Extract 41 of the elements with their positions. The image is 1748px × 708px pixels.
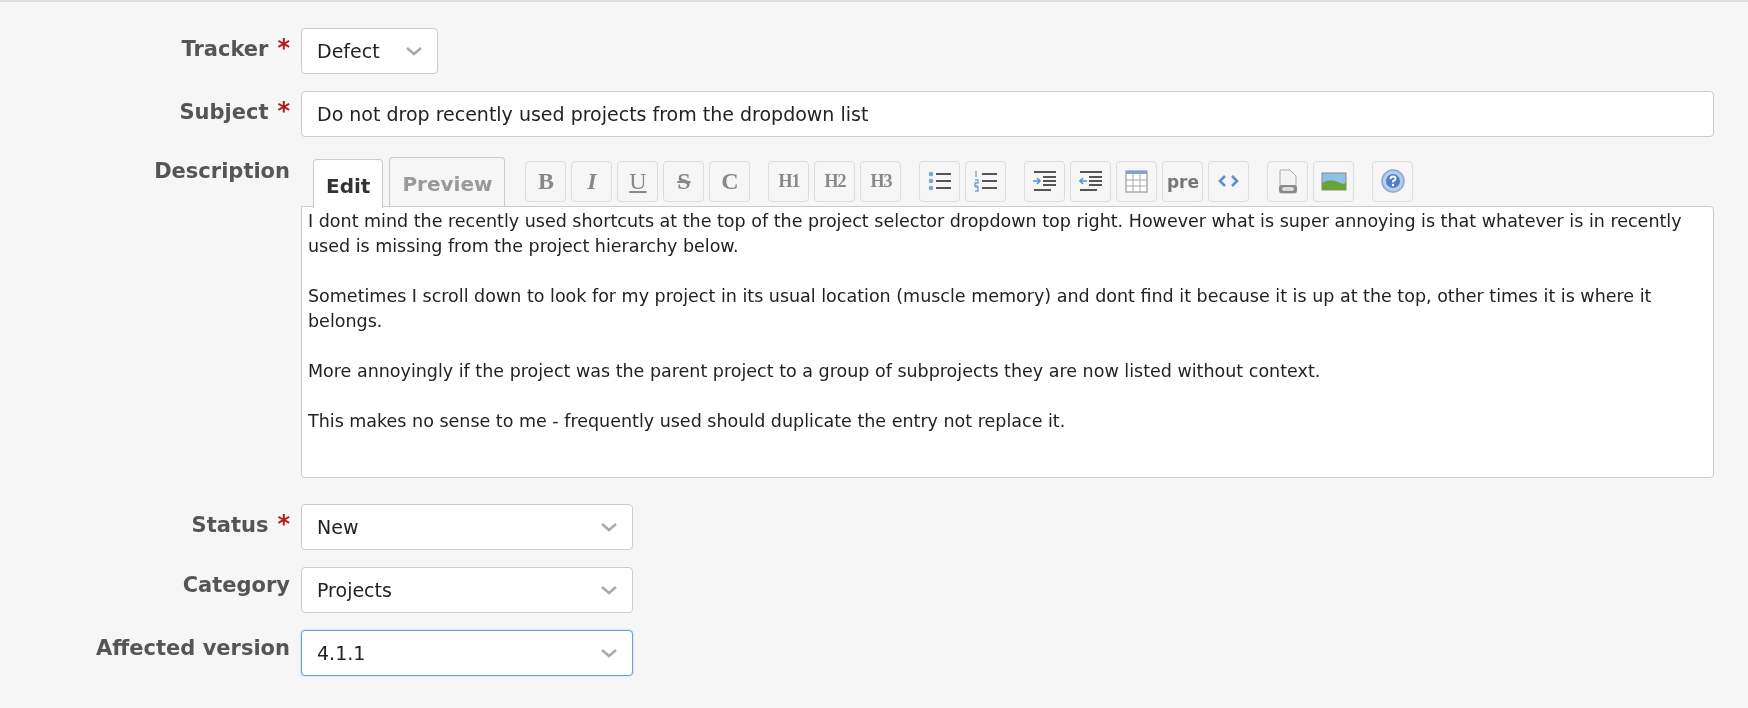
field-label: Subject — [179, 100, 269, 124]
editor-tab[interactable]: Edit — [313, 158, 384, 208]
format-button[interactable]: I — [571, 161, 613, 202]
format-button[interactable]: pre — [1162, 161, 1204, 202]
numbered-list-icon — [971, 168, 1000, 195]
field-label: Status — [191, 513, 269, 537]
select-field[interactable]: Projects — [301, 567, 633, 613]
chevron-down-icon — [405, 45, 423, 57]
field-label: Tracker — [181, 37, 269, 61]
field-label: Category — [182, 573, 290, 597]
subject-field[interactable]: Do not drop recently used projects from the dropdown list — [301, 91, 1714, 137]
toolbar-button[interactable] — [919, 161, 961, 202]
toolbar-button[interactable] — [1267, 161, 1309, 202]
format-button[interactable]: H2 — [814, 161, 856, 202]
required-mark: * — [277, 97, 290, 125]
format-button[interactable]: B — [525, 161, 567, 202]
chevron-down-icon — [600, 647, 618, 659]
chevron-down-icon — [600, 584, 618, 596]
toolbar-button[interactable] — [1024, 161, 1066, 202]
required-mark: * — [277, 510, 290, 538]
description-field[interactable]: I dont mind the recently used shortcuts at the top of the project selector dropdown top right. However what is super annoying is that whatever is in recently used is missing from the project hierarchy below. Sometimes I scroll down to look for my project in its usual location (muscle memory) and dont find it because it is up at the top, other times it is where it belongs. More annoyingly if the project was the parent project to a group of subprojects they are now listed without context. This makes no sense to me - frequently used should duplicate the entry not replace it. — [301, 206, 1714, 478]
format-button[interactable]: H3 — [860, 161, 902, 202]
toolbar-button[interactable] — [1313, 161, 1355, 202]
toolbar-button[interactable] — [965, 161, 1007, 202]
toolbar-button[interactable] — [1372, 161, 1414, 202]
editor-tab[interactable]: Preview — [389, 157, 506, 206]
toolbar-button[interactable] — [1070, 161, 1112, 202]
required-mark: * — [277, 34, 290, 62]
format-button[interactable]: U — [617, 161, 659, 202]
field-label: Description — [154, 159, 290, 183]
table-icon — [1122, 168, 1151, 195]
chevron-down-icon — [600, 521, 618, 533]
toolbar-button[interactable] — [1208, 161, 1250, 202]
help-icon — [1378, 168, 1407, 195]
format-button[interactable]: H1 — [768, 161, 810, 202]
field-label: Affected version — [96, 636, 290, 660]
select-field[interactable]: 4.1.1 — [301, 630, 633, 676]
format-button[interactable]: C — [709, 161, 751, 202]
select-field[interactable]: New — [301, 504, 633, 550]
format-button[interactable]: S — [663, 161, 705, 202]
select-field[interactable]: Defect — [301, 28, 438, 74]
